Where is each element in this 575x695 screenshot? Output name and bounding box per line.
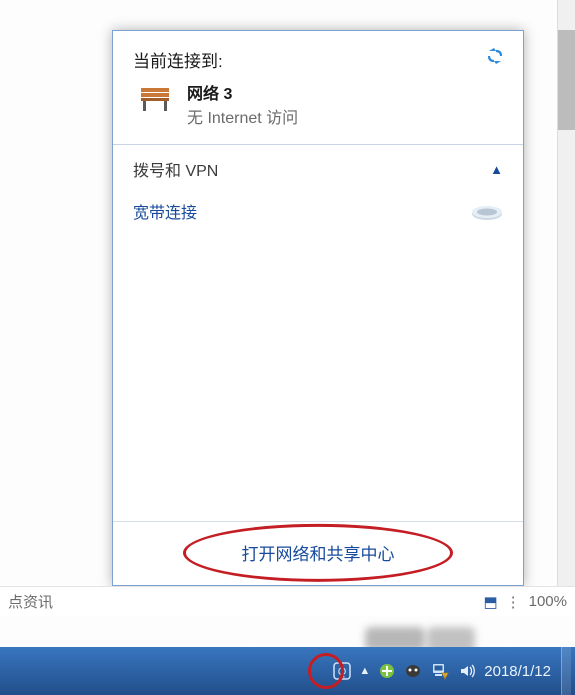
zoom-level[interactable]: 100% <box>529 593 567 610</box>
connection-name: 网络 3 <box>187 80 298 104</box>
dialup-vpn-section-header[interactable]: 拨号和 VPN ▲ <box>113 145 523 191</box>
open-network-sharing-center-link[interactable]: 打开网络和共享中心 <box>242 545 395 564</box>
app-tray-icon[interactable] <box>404 647 422 695</box>
show-desktop-button[interactable] <box>561 647 571 695</box>
popup-header: 当前连接到: <box>113 31 523 76</box>
security-tray-icon[interactable] <box>378 647 396 695</box>
network-flyout-popup: 当前连接到: 网络 3 无 Internet 访问 <box>112 30 524 586</box>
connection-text-group: 网络 3 无 Internet 访问 <box>187 80 298 128</box>
tray-overflow-icon[interactable]: ▲ <box>359 647 370 695</box>
windows-taskbar: Q ▲ ! 2018/1/12 <box>0 647 575 695</box>
status-separator: ⋮ <box>506 593 521 611</box>
window-scrollbar[interactable] <box>557 0 575 588</box>
dialup-connection-item[interactable]: 宽带连接 <box>113 191 523 231</box>
system-tray: Q ▲ ! <box>327 647 482 695</box>
connection-status: 无 Internet 访问 <box>187 104 298 128</box>
network-tray-icon[interactable]: ! <box>430 647 450 695</box>
dialup-section-label: 拨号和 VPN <box>133 157 218 181</box>
refresh-icon[interactable] <box>485 47 505 70</box>
popup-empty-space <box>113 231 523 521</box>
browser-status-bar: 点资讯 ⬒ ⋮ 100% <box>0 586 575 616</box>
dialup-item-label: 宽带连接 <box>133 199 197 223</box>
modem-icon <box>469 200 505 222</box>
popup-header-title: 当前连接到: <box>133 47 223 72</box>
current-connection-block: 网络 3 无 Internet 访问 <box>113 76 523 144</box>
annotation-circle-tray <box>308 653 344 689</box>
taskbar-clock-date[interactable]: 2018/1/12 <box>484 663 551 680</box>
qq-small-icon[interactable]: ⬒ <box>483 593 497 611</box>
volume-tray-icon[interactable] <box>458 647 476 695</box>
park-bench-icon <box>139 84 175 114</box>
scrollbar-thumb[interactable] <box>558 30 575 130</box>
status-left-text: 点资讯 <box>8 591 53 612</box>
popup-footer: 打开网络和共享中心 <box>113 521 523 585</box>
chevron-up-icon: ▲ <box>490 162 503 177</box>
